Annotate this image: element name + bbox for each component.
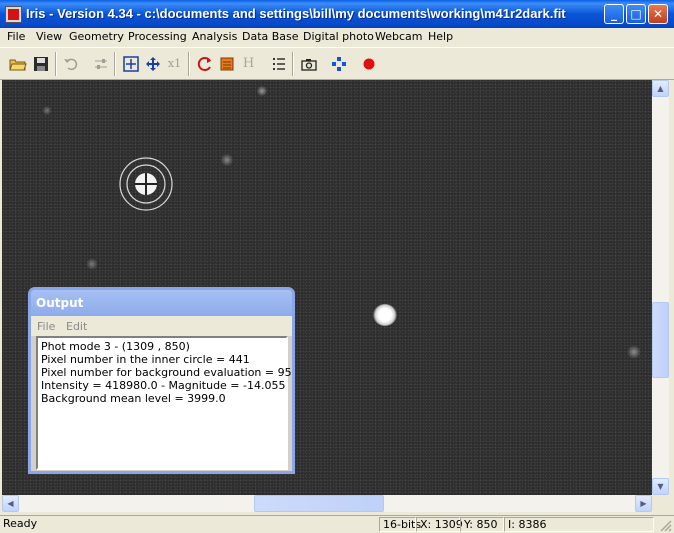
toolbar-separator [292,52,294,76]
camera-icon[interactable] [298,53,319,74]
output-text-area[interactable]: Phot mode 3 - (1309 , 850) Pixel number … [36,336,295,470]
refresh-icon[interactable] [194,53,215,74]
title-bar: Iris - Version 4.34 - c:\documents and s… [0,0,674,28]
star [220,154,234,166]
settings-icon[interactable] [90,53,111,74]
output-menu-edit[interactable]: Edit [66,320,87,333]
status-x: X: 1309 [416,517,463,532]
layers-icon[interactable] [216,53,237,74]
crosshair-icon[interactable] [328,53,349,74]
bright-star [373,304,397,326]
maximize-button[interactable]: □ [626,4,646,24]
menu-digital-photo[interactable]: Digital photo [303,30,374,43]
zoom-x1-label: x1 [167,57,182,70]
horizontal-scroll-thumb[interactable] [254,495,384,512]
header-icon[interactable]: H [238,53,259,74]
photometry-aperture [119,157,173,211]
output-menu-bar: File Edit [31,316,292,336]
menu-view[interactable]: View [36,30,62,43]
undo-icon[interactable] [60,53,81,74]
menu-help[interactable]: Help [428,30,453,43]
menu-file[interactable]: File [7,30,25,43]
menu-data-base[interactable]: Data Base [242,30,299,43]
move-icon[interactable] [142,53,163,74]
status-ready: Ready [3,517,38,530]
output-line: Pixel number in the inner circle = 441 [41,353,250,366]
output-line: Phot mode 3 - (1309 , 850) [41,340,190,353]
menu-geometry[interactable]: Geometry [69,30,124,43]
horizontal-scrollbar[interactable]: ◀ ▶ [2,495,652,512]
output-title: Output [36,296,84,310]
toolbar-separator [114,52,116,76]
toolbar: x1 H [0,47,674,80]
output-line: Pixel number for background evaluation =… [41,366,295,379]
output-menu-file[interactable]: File [37,320,55,333]
star [627,345,641,359]
menu-webcam[interactable]: Webcam [375,30,423,43]
open-folder-icon[interactable] [7,53,28,74]
scroll-left-button[interactable]: ◀ [2,495,19,512]
close-button[interactable]: ✕ [648,4,668,24]
star [42,106,52,115]
scroll-right-button[interactable]: ▶ [635,495,652,512]
status-bits: 16-bits [379,517,421,532]
minimize-button[interactable]: _ [604,4,624,24]
list-icon[interactable] [268,53,289,74]
status-bar: Ready 16-bits X: 1309 Y: 850 I: 8386 [0,515,674,533]
star [256,86,268,96]
scroll-up-button[interactable]: ▲ [652,80,669,97]
output-line: Background mean level = 3999.0 [41,392,226,405]
menu-analysis[interactable]: Analysis [192,30,237,43]
output-title-bar[interactable]: Output [31,290,292,316]
toolbar-separator [55,52,57,76]
status-y: Y: 850 [460,517,504,532]
save-icon[interactable] [30,53,51,74]
output-window: Output File Edit Phot mode 3 - (1309 , 8… [28,287,295,474]
star [86,258,98,270]
scroll-down-button[interactable]: ▼ [652,478,669,495]
iris-app-icon [5,6,22,23]
window-title: Iris - Version 4.34 - c:\documents and s… [26,6,566,21]
menu-bar: File View Geometry Processing Analysis D… [0,28,674,47]
output-line: Intensity = 418980.0 - Magnitude = -14.0… [41,379,286,392]
toolbar-separator [188,52,190,76]
vertical-scrollbar[interactable]: ▲ ▼ [652,80,669,495]
menu-processing[interactable]: Processing [128,30,187,43]
zoom-fit-icon[interactable] [120,53,141,74]
resize-grip-icon[interactable] [658,518,672,532]
vertical-scroll-thumb[interactable] [652,302,669,378]
record-icon[interactable] [358,53,379,74]
zoom-x1-icon[interactable]: x1 [164,53,185,74]
header-label: H [242,56,255,71]
status-intensity: I: 8386 [504,517,654,532]
